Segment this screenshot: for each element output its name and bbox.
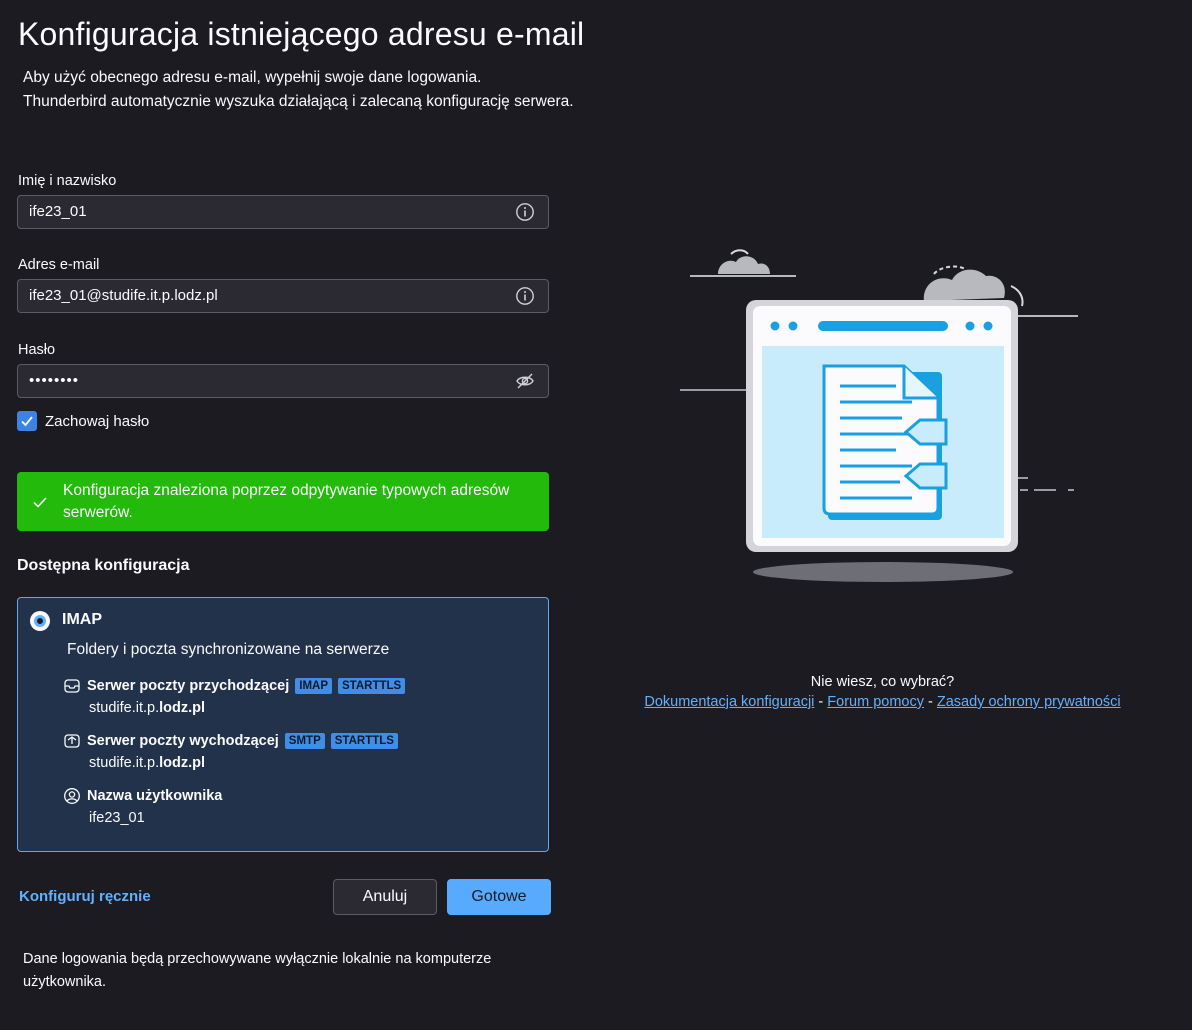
checkmark-icon xyxy=(21,416,33,427)
outgoing-server-label: Serwer poczty wychodzącej xyxy=(87,733,279,749)
name-label: Imię i nazwisko xyxy=(18,173,117,189)
incoming-server-label: Serwer poczty przychodzącej xyxy=(87,678,290,694)
footer-note: Dane logowania będą przechowywane wyłącz… xyxy=(23,951,492,990)
username-row: Nazwa użytkownika xyxy=(63,787,222,805)
success-check-icon xyxy=(17,494,63,510)
remember-label: Zachowaj hasło xyxy=(45,412,150,430)
incoming-server-row: Serwer poczty przychodzącej IMAP STARTTL… xyxy=(63,677,406,695)
outgoing-security-badge: STARTTLS xyxy=(330,733,398,749)
cancel-button[interactable]: Anuluj xyxy=(333,879,437,915)
help-links: Dokumentacja konfiguracji - Forum pomocy… xyxy=(580,694,1185,710)
config-option-imap[interactable]: IMAP Foldery i poczta synchronizowane na… xyxy=(17,597,549,852)
available-config-heading: Dostępna konfiguracja xyxy=(17,557,190,574)
outgoing-server-row: Serwer poczty wychodzącej SMTP STARTTLS xyxy=(63,732,398,750)
protocol-title: IMAP xyxy=(62,611,102,628)
description-line-2: Thunderbird automatycznie wyszuka działa… xyxy=(23,93,574,110)
outbox-icon xyxy=(64,734,80,748)
remember-checkbox[interactable] xyxy=(17,411,37,431)
page-title: Konfiguracja istniejącego adresu e-mail xyxy=(18,16,585,52)
page-description: Aby użyć obecnego adresu e-mail, wypełni… xyxy=(23,66,574,114)
password-field[interactable]: •••••••• xyxy=(17,364,549,398)
success-notification: Konfiguracja znaleziona poprzez odpytywa… xyxy=(17,472,549,531)
privacy-link[interactable]: Zasady ochrony prywatności xyxy=(937,694,1121,710)
username-value: ife23_01 xyxy=(89,810,145,826)
link-separator: - xyxy=(814,694,828,710)
info-icon[interactable] xyxy=(515,286,535,306)
inbox-icon xyxy=(64,679,80,693)
password-label: Hasło xyxy=(18,342,56,358)
incoming-protocol-badge: IMAP xyxy=(295,678,333,694)
done-button[interactable]: Gotowe xyxy=(447,879,551,915)
protocol-description: Foldery i poczta synchronizowane na serw… xyxy=(67,641,390,658)
user-icon xyxy=(64,788,80,804)
outgoing-protocol-badge: SMTP xyxy=(284,733,325,749)
help-section: Nie wiesz, co wybrać? Dokumentacja konfi… xyxy=(580,674,1185,710)
help-question: Nie wiesz, co wybrać? xyxy=(810,674,955,690)
email-label: Adres e-mail xyxy=(18,257,100,273)
incoming-server-host: studife.it.p.lodz.pl xyxy=(89,700,206,716)
account-setup-page: Konfiguracja istniejącego adresu e-mail … xyxy=(0,0,1192,1030)
email-field[interactable]: ife23_01@studife.it.p.lodz.pl xyxy=(17,279,549,313)
success-message: Konfiguracja znaleziona poprzez odpytywa… xyxy=(63,481,510,521)
document-illustration xyxy=(680,249,1078,582)
configure-manually-link[interactable]: Konfiguruj ręcznie xyxy=(19,888,151,905)
name-field[interactable]: ife23_01 xyxy=(17,195,549,229)
incoming-security-badge: STARTTLS xyxy=(338,678,406,694)
link-separator: - xyxy=(924,694,937,710)
eye-hidden-icon[interactable] xyxy=(515,371,535,391)
remember-password[interactable]: Zachowaj hasło xyxy=(17,411,149,431)
docs-link[interactable]: Dokumentacja konfiguracji xyxy=(644,694,814,710)
forum-link[interactable]: Forum pomocy xyxy=(827,694,924,710)
info-icon[interactable] xyxy=(515,202,535,222)
outgoing-server-host: studife.it.p.lodz.pl xyxy=(89,755,206,771)
imap-radio[interactable] xyxy=(30,611,50,631)
description-line-1: Aby użyć obecnego adresu e-mail, wypełni… xyxy=(23,69,482,86)
username-label: Nazwa użytkownika xyxy=(87,788,223,804)
